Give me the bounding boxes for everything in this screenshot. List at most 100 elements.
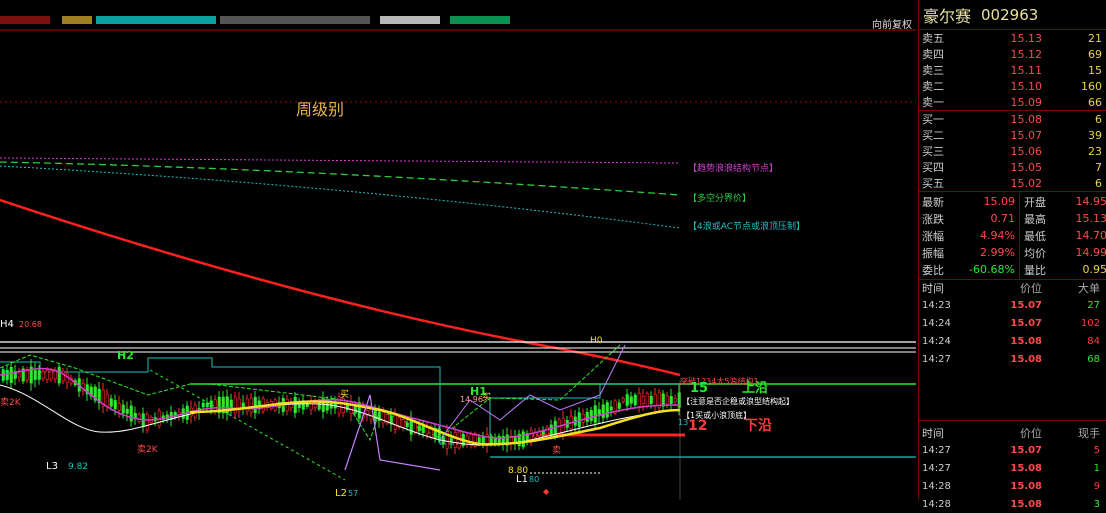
stat-row: 涨跌 0.71 最高 15.13 (919, 210, 1106, 227)
ask-level-row[interactable]: 卖二 15.10 160 (919, 78, 1106, 94)
stat-value: 14.95 (1075, 195, 1106, 208)
candle-body (117, 403, 121, 411)
level-label: 买一 (922, 113, 944, 126)
ask-book: 卖五 15.13 21 卖四 15.12 69 卖三 15.11 15 卖二 15.10 160 卖一 1… (919, 30, 1106, 111)
tick-price: 15.08 (1010, 480, 1042, 492)
candle-body (585, 411, 589, 422)
level-volume: 6 (1095, 112, 1102, 126)
col-time: 时间 (922, 427, 944, 440)
level-price: 15.02 (1010, 176, 1043, 190)
stat-key: 振幅 (922, 246, 944, 260)
bid-level-row[interactable]: 买四 15.05 7 (919, 159, 1106, 175)
tick-row: 14:27 15.08 1 (919, 459, 1106, 477)
candle-body (661, 393, 665, 407)
ask-level-row[interactable]: 卖四 15.12 69 (919, 46, 1106, 62)
up-rail-label: 上沿 (742, 381, 768, 396)
tick-volume: 5 (1093, 444, 1100, 456)
down-12-label: 12 (688, 418, 707, 434)
level-label: 卖一 (922, 96, 944, 109)
candle-body (449, 438, 453, 442)
level-price: 15.12 (1010, 47, 1043, 61)
h0-label: H0 (590, 336, 603, 346)
tick-row: 14:23 15.07 27 (919, 296, 1106, 314)
level-label: 买五 (922, 177, 944, 190)
candle-body (5, 370, 9, 380)
candle-body (637, 393, 641, 407)
stat-value: 4.94% (980, 229, 1015, 242)
candle-body (113, 400, 117, 410)
tick-time: 14:23 (922, 299, 951, 311)
stat-key: 最低 (1018, 227, 1058, 244)
tick-time: 14:24 (922, 317, 951, 329)
structure-line (0, 344, 621, 442)
tick-volume: 102 (1080, 317, 1100, 329)
candle-body (17, 372, 21, 378)
bid-level-row[interactable]: 买五 15.02 6 (919, 175, 1106, 191)
tick-price: 15.08 (1010, 335, 1042, 347)
stock-name: 豪尔赛 (923, 6, 972, 26)
candle-body (477, 437, 481, 443)
bid-level-row[interactable]: 买一 15.08 6 (919, 111, 1106, 127)
tick-row: 14:27 15.08 68 (919, 350, 1106, 368)
ask-level-row[interactable]: 卖一 15.09 66 (919, 94, 1106, 110)
level-label: 卖五 (922, 32, 944, 45)
level-price: 15.05 (1010, 160, 1043, 174)
tick-time: 14:27 (922, 353, 951, 365)
tick-price: 15.07 (1010, 444, 1042, 456)
level-price: 15.06 (1010, 144, 1043, 158)
stock-code: 002963 (981, 5, 1039, 24)
level-volume: 39 (1088, 128, 1102, 142)
candle-body (453, 432, 457, 448)
level-volume: 6 (1095, 176, 1102, 190)
bid-level-row[interactable]: 买二 15.07 39 (919, 127, 1106, 143)
tick-time: 14:28 (922, 498, 951, 510)
tick-volume: 3 (1093, 498, 1100, 510)
ask-level-row[interactable]: 卖五 15.13 21 (919, 30, 1106, 46)
col-time: 时间 (922, 282, 944, 295)
tick-row: 14:28 15.08 3 (919, 495, 1106, 513)
candle-body (621, 398, 625, 402)
stat-key: 量比 (1018, 261, 1058, 278)
candle-body (401, 419, 405, 428)
stat-row: 振幅 2.99% 均价 14.99 (919, 244, 1106, 261)
candle-body (421, 426, 425, 434)
candle-body (373, 409, 377, 421)
candle-body (669, 396, 673, 404)
candle-body (405, 422, 409, 427)
bull-bear-annotation: 【多空分界价】 (688, 192, 751, 204)
ask-level-row[interactable]: 卖三 15.11 15 (919, 62, 1106, 78)
col-big: 大单 (1078, 282, 1100, 295)
stat-row: 涨幅 4.94% 最低 14.70 (919, 227, 1106, 244)
level-volume: 15 (1088, 63, 1102, 77)
level-volume: 160 (1081, 79, 1102, 93)
candle-body (109, 398, 113, 407)
level-label: 买四 (922, 161, 944, 174)
col-price: 价位 (1020, 282, 1042, 295)
tick-time: 14:24 (922, 335, 951, 347)
candle-body (521, 431, 525, 448)
candle-body (545, 426, 549, 435)
candle-body (601, 404, 605, 419)
candle-body (253, 397, 257, 413)
candle-body (641, 396, 645, 404)
candle-body (653, 394, 657, 406)
level-volume: 23 (1088, 144, 1102, 158)
candle-body (53, 370, 57, 380)
level-label: 卖三 (922, 64, 944, 77)
bid-level-row[interactable]: 买三 15.06 23 (919, 143, 1106, 159)
tick-price: 15.08 (1010, 498, 1042, 510)
tick-volume: 1 (1093, 462, 1100, 474)
attention-annotation: 【注意是否企稳或浪型结构起】 (682, 396, 794, 406)
candle-body (549, 424, 553, 435)
candle-body (241, 402, 245, 408)
wave4-line (0, 165, 681, 229)
price-chart[interactable]: 向前复权 周级别 【趋势浪浪结构节点】 【多空分界价】 【4浪或AC节点或浪顶压… (0, 0, 916, 500)
candle-body (41, 371, 45, 379)
candle-body (593, 405, 597, 423)
candle-body (105, 394, 109, 407)
level-price: 15.10 (1010, 79, 1043, 93)
level-volume: 7 (1095, 160, 1102, 174)
tick-price: 15.08 (1010, 462, 1042, 474)
l3-label: L3 (46, 461, 58, 472)
stat-value: 14.99 (1075, 246, 1106, 259)
